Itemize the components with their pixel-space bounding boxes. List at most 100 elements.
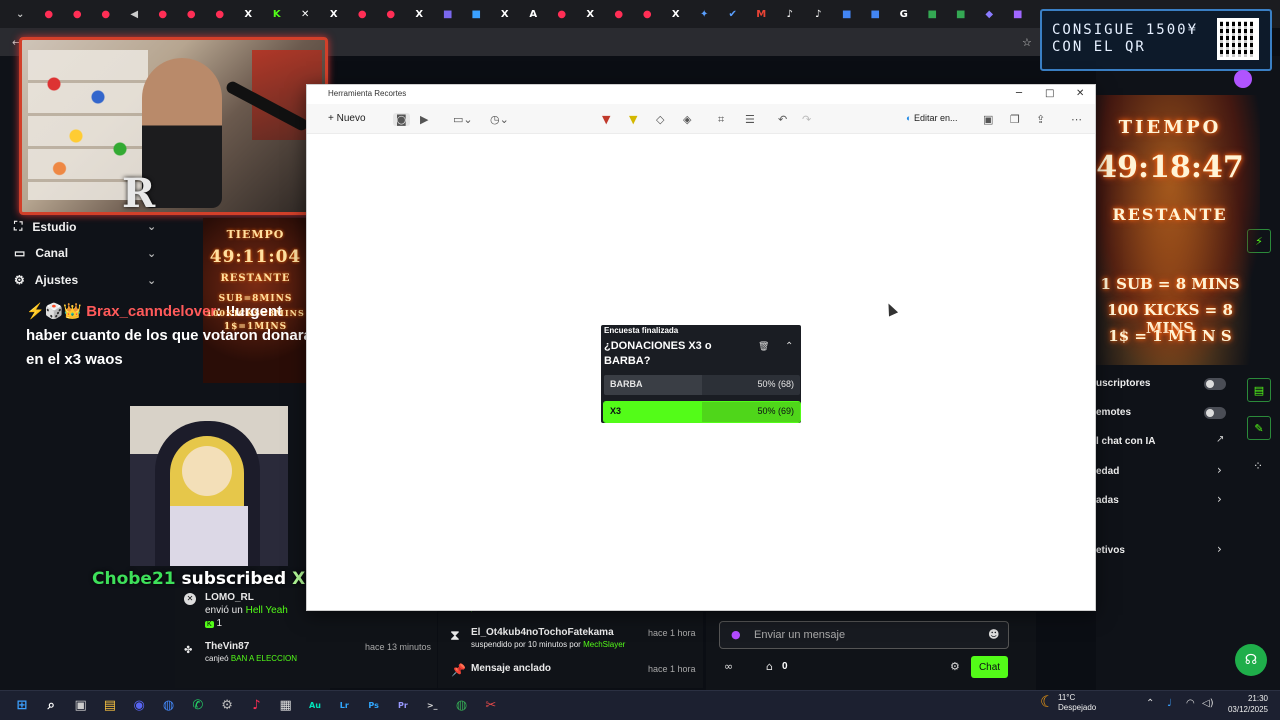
browser-tab[interactable]: ●	[177, 0, 206, 28]
eraser-icon[interactable]: ◇	[656, 113, 664, 126]
highlighter-icon[interactable]: ▼	[629, 113, 637, 126]
microphone-icon[interactable]: ●	[731, 628, 741, 641]
chevron-right-icon[interactable]: ›	[1217, 492, 1222, 506]
browser-tab[interactable]: ✔	[719, 0, 748, 28]
volume-icon[interactable]: ◁)	[1202, 698, 1214, 709]
infinity-icon[interactable]: ∞	[724, 660, 733, 673]
browser-tab[interactable]: ♪	[804, 0, 833, 28]
browser-tab[interactable]: A	[519, 0, 548, 28]
layout-icon[interactable]: ▤	[1247, 378, 1271, 402]
system-clock[interactable]: 21:30 03/12/2025	[1226, 693, 1268, 715]
gear-icon[interactable]: ⚙	[950, 660, 960, 673]
weather-icon[interactable]: ☾	[1040, 692, 1054, 711]
close-icon[interactable]: ✕	[1076, 88, 1084, 99]
taskbar-app[interactable]: ▤	[100, 695, 120, 715]
browser-tab[interactable]: X	[320, 0, 349, 28]
snip-shape-icon[interactable]: ▭⌄	[453, 113, 473, 126]
save-icon[interactable]: ▣	[983, 113, 993, 126]
taskbar-app[interactable]: ▦	[276, 695, 296, 715]
browser-tab[interactable]: ⌄	[6, 0, 35, 28]
close-icon[interactable]: ✕	[184, 593, 196, 605]
text-actions-icon[interactable]: ☰	[745, 113, 755, 126]
chevron-up-icon[interactable]: ⌃	[785, 341, 793, 352]
sidebar-item-ajustes[interactable]: ⚙ Ajustes ⌄	[14, 273, 156, 287]
chat-send-button[interactable]: Chat	[971, 656, 1008, 678]
weather-widget[interactable]: 11°C Despejado	[1058, 693, 1096, 713]
chevron-right-icon[interactable]: ›	[1217, 542, 1222, 556]
setting-row[interactable]: etivos	[1096, 545, 1125, 556]
browser-tab[interactable]: ✦	[690, 0, 719, 28]
browser-tab[interactable]: ●	[348, 0, 377, 28]
taskbar-app[interactable]: Pr	[393, 695, 413, 715]
trash-icon[interactable]: 🗑	[758, 342, 769, 352]
taskbar-app[interactable]: ⌕	[41, 695, 61, 715]
camera-icon[interactable]: ◙	[393, 113, 410, 126]
browser-tab[interactable]: ■	[947, 0, 976, 28]
toggle-switch[interactable]	[1204, 407, 1226, 419]
browser-tab[interactable]: ●	[633, 0, 662, 28]
browser-tab[interactable]: ●	[92, 0, 121, 28]
dots-icon[interactable]: ⁘	[1253, 459, 1263, 473]
browser-tab[interactable]: ■	[861, 0, 890, 28]
pinned-message[interactable]: Mensaje anclado hace 1 hora	[471, 663, 696, 674]
taskbar-app[interactable]: Lr	[334, 695, 354, 715]
redo-icon[interactable]: ↷	[802, 113, 811, 126]
browser-tab[interactable]: ◆	[975, 0, 1004, 28]
taskbar-app[interactable]: ⚙	[217, 695, 237, 715]
video-icon[interactable]: ▶	[420, 113, 428, 126]
browser-tab[interactable]: X	[491, 0, 520, 28]
taskbar-app[interactable]: ◍	[452, 695, 472, 715]
browser-tab[interactable]: ■	[434, 0, 463, 28]
bookmark-star-icon[interactable]: ☆	[1022, 36, 1032, 49]
setting-row[interactable]: edad	[1096, 466, 1119, 477]
taskbar-app[interactable]: Au	[305, 695, 325, 715]
taskbar-app[interactable]: ✂	[481, 695, 501, 715]
taskbar-app[interactable]: >_	[422, 695, 442, 715]
browser-tab[interactable]: X	[405, 0, 434, 28]
chevron-down-icon[interactable]: ⌄	[147, 274, 156, 287]
chat-input[interactable]: Enviar un mensaje	[719, 621, 1009, 649]
store-icon[interactable]: ⌂	[766, 660, 773, 673]
edit-in-button[interactable]: ◐ Editar en...	[906, 113, 957, 123]
browser-tab[interactable]: ●	[149, 0, 178, 28]
shapes-icon[interactable]: ◈	[683, 113, 691, 126]
browser-tab[interactable]: ●	[548, 0, 577, 28]
browser-tab[interactable]: G	[890, 0, 919, 28]
browser-tab[interactable]: X	[662, 0, 691, 28]
browser-tab[interactable]: X	[576, 0, 605, 28]
pen-icon[interactable]: ▼	[602, 113, 610, 126]
taskbar-app[interactable]: ✆	[188, 695, 208, 715]
chevron-right-icon[interactable]: ›	[1217, 463, 1222, 477]
toggle-switch[interactable]	[1204, 378, 1226, 390]
external-link-icon[interactable]: ↗	[1216, 434, 1224, 445]
emoji-icon[interactable]: ☻	[988, 628, 999, 641]
taskbar-app[interactable]: ◍	[159, 695, 179, 715]
taskbar-app[interactable]: ◉	[129, 695, 149, 715]
minimize-icon[interactable]: ─	[1016, 88, 1022, 99]
browser-tab[interactable]: ■	[1004, 0, 1033, 28]
taskbar-app[interactable]: ⊞	[12, 695, 32, 715]
sidebar-item-estudio[interactable]: ⛶ Estudio ⌄	[14, 219, 156, 234]
timer-icon[interactable]: ◷⌄	[490, 113, 509, 126]
browser-tab[interactable]: ✕	[291, 0, 320, 28]
new-snip-button[interactable]: + Nuevo	[328, 113, 366, 124]
browser-tab[interactable]: M	[747, 0, 776, 28]
browser-tab[interactable]: ●	[605, 0, 634, 28]
browser-tab[interactable]: K	[263, 0, 292, 28]
sidebar-item-canal[interactable]: ▭ Canal ⌄	[14, 246, 156, 260]
browser-tab[interactable]: ◀	[120, 0, 149, 28]
copy-icon[interactable]: ❐	[1010, 113, 1020, 126]
tray-chevron-icon[interactable]: ⌃	[1146, 698, 1154, 709]
browser-tab[interactable]: ■	[918, 0, 947, 28]
support-button[interactable]: ☊	[1235, 644, 1267, 676]
browser-tab[interactable]: X	[234, 0, 263, 28]
browser-tab[interactable]: ●	[377, 0, 406, 28]
taskbar-app[interactable]: ♪	[246, 695, 266, 715]
activity-item[interactable]: ✕	[184, 593, 196, 605]
taskbar-app[interactable]: ▣	[71, 695, 91, 715]
chevron-down-icon[interactable]: ⌄	[147, 220, 156, 233]
taskbar-app[interactable]: Ps	[364, 695, 384, 715]
maximize-icon[interactable]: □	[1045, 88, 1054, 99]
wifi-icon[interactable]: ◠	[1186, 698, 1195, 709]
browser-tab[interactable]: ■	[462, 0, 491, 28]
